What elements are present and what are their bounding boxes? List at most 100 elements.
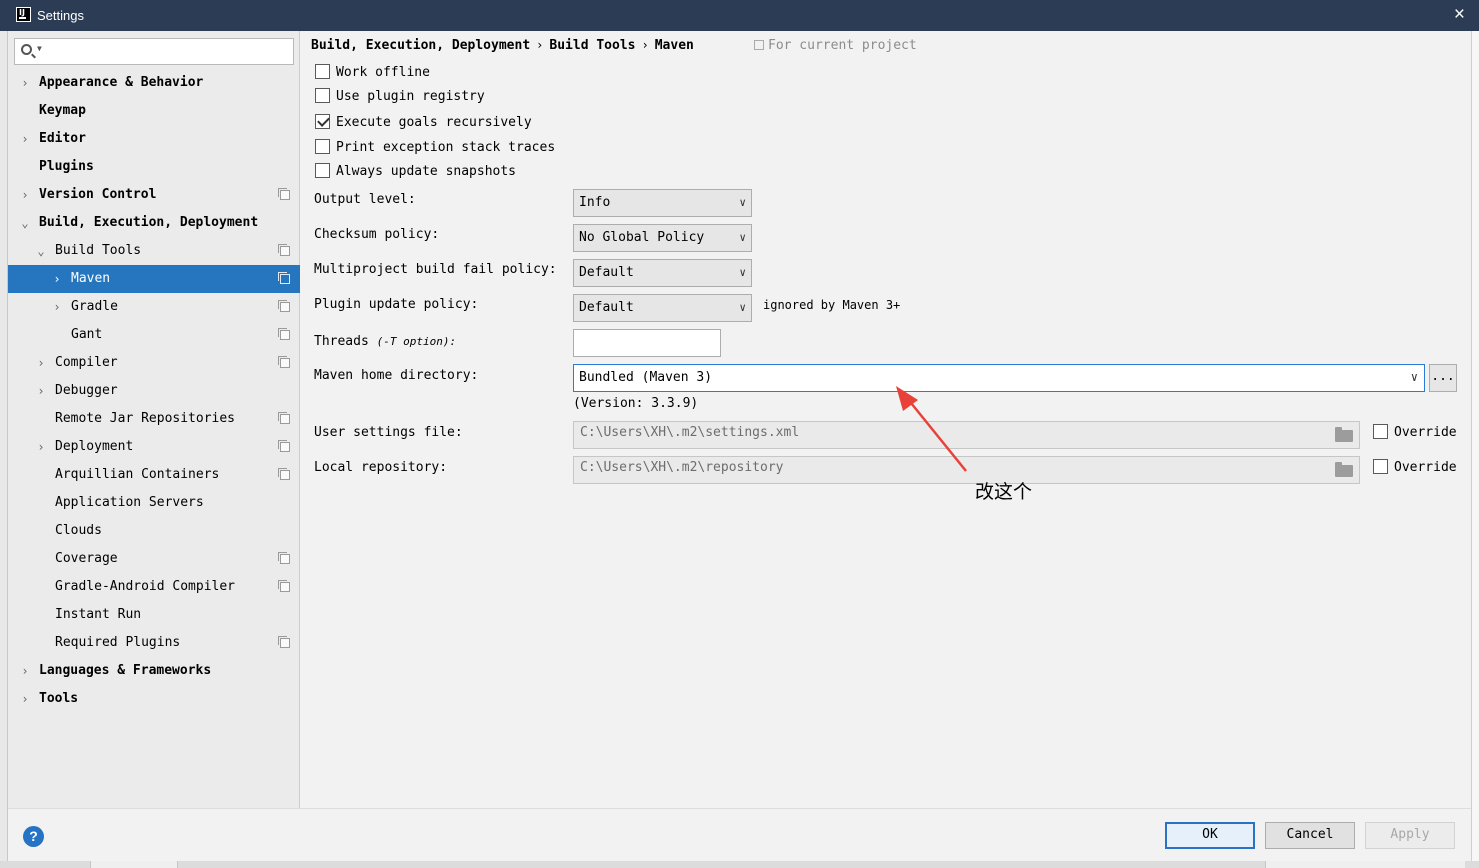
work-offline-option[interactable]: Work offline [315, 63, 430, 83]
sidebar-item-maven[interactable]: › Maven [8, 265, 300, 293]
sidebar-item-debugger[interactable]: › Debugger [8, 377, 300, 405]
browse-maven-home-button[interactable]: ... [1429, 364, 1457, 392]
sidebar-item-gradle[interactable]: › Gradle [8, 293, 300, 321]
checksum-policy-select[interactable]: No Global Policy ∨ [573, 224, 752, 252]
user-settings-override-option[interactable]: Override [1373, 424, 1457, 440]
chevron-right-icon[interactable]: › [34, 377, 48, 405]
sidebar-item-label: Keymap [39, 103, 86, 118]
project-scope-icon [278, 412, 290, 424]
sidebar-item-build-tools[interactable]: ⌄ Build Tools [8, 237, 300, 265]
breadcrumb-item-maven: Maven [654, 38, 694, 53]
maven-home-directory-value: Bundled (Maven 3) [579, 370, 713, 385]
work-offline-checkbox[interactable] [315, 64, 330, 79]
sidebar-item-label: Application Servers [55, 495, 204, 510]
sidebar-item-required-plugins[interactable]: Required Plugins [8, 629, 300, 657]
project-scope-icon [278, 468, 290, 480]
sidebar-item-plugins[interactable]: Plugins [8, 153, 300, 181]
maven-home-directory-select[interactable]: Bundled (Maven 3) ∨ [573, 364, 1425, 392]
chevron-down-icon[interactable]: ⌄ [18, 209, 32, 237]
sidebar-item-deployment[interactable]: › Deployment [8, 433, 300, 461]
chevron-right-icon[interactable]: › [50, 293, 64, 321]
cancel-button[interactable]: Cancel [1265, 822, 1355, 849]
project-scope-icon [278, 552, 290, 564]
chevron-right-icon[interactable]: › [50, 265, 64, 293]
threads-label: Threads (-T option): [314, 334, 456, 349]
sidebar-item-appearance-behavior[interactable]: › Appearance & Behavior [8, 69, 300, 97]
sidebar-item-keymap[interactable]: Keymap [8, 97, 300, 125]
print-exception-stack-traces-option[interactable]: Print exception stack traces [315, 138, 555, 158]
sidebar-item-editor[interactable]: › Editor [8, 125, 300, 153]
sidebar-item-languages-frameworks[interactable]: › Languages & Frameworks [8, 657, 300, 685]
folder-icon[interactable] [1335, 462, 1353, 477]
chevron-right-icon[interactable]: › [34, 349, 48, 377]
project-scope-icon [278, 272, 290, 284]
sidebar-item-instant-run[interactable]: Instant Run [8, 601, 300, 629]
sidebar-item-label: Instant Run [55, 607, 142, 622]
for-current-project-note: For current project [754, 38, 917, 53]
always-update-snapshots-checkbox[interactable] [315, 163, 330, 178]
folder-icon[interactable] [1335, 427, 1353, 442]
execute-goals-recursively-checkbox[interactable] [315, 114, 330, 129]
sidebar-item-tools[interactable]: › Tools [8, 685, 300, 713]
print-exception-stack-traces-checkbox[interactable] [315, 139, 330, 154]
window-titlebar: IJ Settings × [0, 0, 1479, 31]
project-scope-icon [278, 244, 290, 256]
sidebar-item-label: Debugger [55, 383, 118, 398]
sidebar-item-gradle-android-compiler[interactable]: Gradle-Android Compiler [8, 573, 300, 601]
use-plugin-registry-checkbox[interactable] [315, 88, 330, 103]
use-plugin-registry-option[interactable]: Use plugin registry [315, 87, 485, 107]
background-window-edge [0, 31, 8, 868]
chevron-right-icon[interactable]: › [18, 685, 32, 713]
sidebar-item-compiler[interactable]: › Compiler [8, 349, 300, 377]
sidebar-item-build-execution-deployment[interactable]: ⌄ Build, Execution, Deployment [8, 209, 300, 237]
local-repository-override-checkbox[interactable] [1373, 459, 1388, 474]
local-repository-override-option[interactable]: Override [1373, 459, 1457, 475]
chevron-right-icon[interactable]: › [34, 433, 48, 461]
chevron-right-icon[interactable]: › [18, 181, 32, 209]
chevron-down-icon[interactable]: ⌄ [34, 237, 48, 265]
sidebar-item-label: Build Tools [55, 243, 142, 258]
user-settings-override-checkbox[interactable] [1373, 424, 1388, 439]
breadcrumb-separator: › [641, 38, 649, 52]
settings-search-box[interactable]: ▼ [14, 38, 294, 65]
maven-settings-panel: Build, Execution, Deployment › Build Tools… [301, 31, 1471, 808]
plugin-update-policy-label: Plugin update policy: [314, 297, 479, 312]
annotation-text: 改这个 [975, 481, 1033, 503]
user-settings-file-value: C:\Users\XH\.m2\settings.xml [580, 425, 800, 440]
sidebar-item-gant[interactable]: Gant [8, 321, 300, 349]
plugin-update-policy-select[interactable]: Default ∨ [573, 294, 752, 322]
sidebar-item-label: Languages & Frameworks [39, 663, 212, 678]
output-level-label: Output level: [314, 192, 416, 207]
sidebar-item-version-control[interactable]: › Version Control [8, 181, 300, 209]
sidebar-item-label: Deployment [55, 439, 134, 454]
chevron-right-icon[interactable]: › [18, 69, 32, 97]
sidebar-item-remote-jar-repositories[interactable]: Remote Jar Repositories [8, 405, 300, 433]
execute-goals-recursively-option[interactable]: Execute goals recursively [315, 113, 532, 133]
always-update-snapshots-label: Always update snapshots [336, 164, 517, 179]
sidebar-item-clouds[interactable]: Clouds [8, 517, 300, 545]
sidebar-item-label: Gant [71, 327, 103, 342]
chevron-down-icon: ∨ [739, 266, 746, 279]
sidebar-item-application-servers[interactable]: Application Servers [8, 489, 300, 517]
ok-button[interactable]: OK [1165, 822, 1255, 849]
sidebar-item-arquillian-containers[interactable]: Arquillian Containers [8, 461, 300, 489]
help-icon[interactable]: ? [23, 826, 44, 847]
chevron-down-icon: ∨ [1410, 370, 1418, 384]
search-options-caret-icon[interactable]: ▼ [37, 44, 42, 53]
output-level-select[interactable]: Info ∨ [573, 189, 752, 217]
sidebar-item-coverage[interactable]: Coverage [8, 545, 300, 573]
project-scope-icon [278, 440, 290, 452]
maven-version-note: (Version: 3.3.9) [573, 396, 699, 411]
close-icon[interactable]: × [1454, 4, 1465, 26]
checksum-policy-label: Checksum policy: [314, 227, 440, 242]
chevron-right-icon[interactable]: › [18, 125, 32, 153]
sidebar-item-label: Maven [71, 271, 111, 286]
settings-search-input[interactable] [49, 41, 289, 62]
always-update-snapshots-option[interactable]: Always update snapshots [315, 162, 516, 182]
apply-button[interactable]: Apply [1365, 822, 1455, 849]
chevron-down-icon: ∨ [739, 301, 746, 314]
user-settings-file-label: User settings file: [314, 425, 463, 440]
multiproject-fail-policy-select[interactable]: Default ∨ [573, 259, 752, 287]
threads-input[interactable] [573, 329, 721, 357]
chevron-right-icon[interactable]: › [18, 657, 32, 685]
